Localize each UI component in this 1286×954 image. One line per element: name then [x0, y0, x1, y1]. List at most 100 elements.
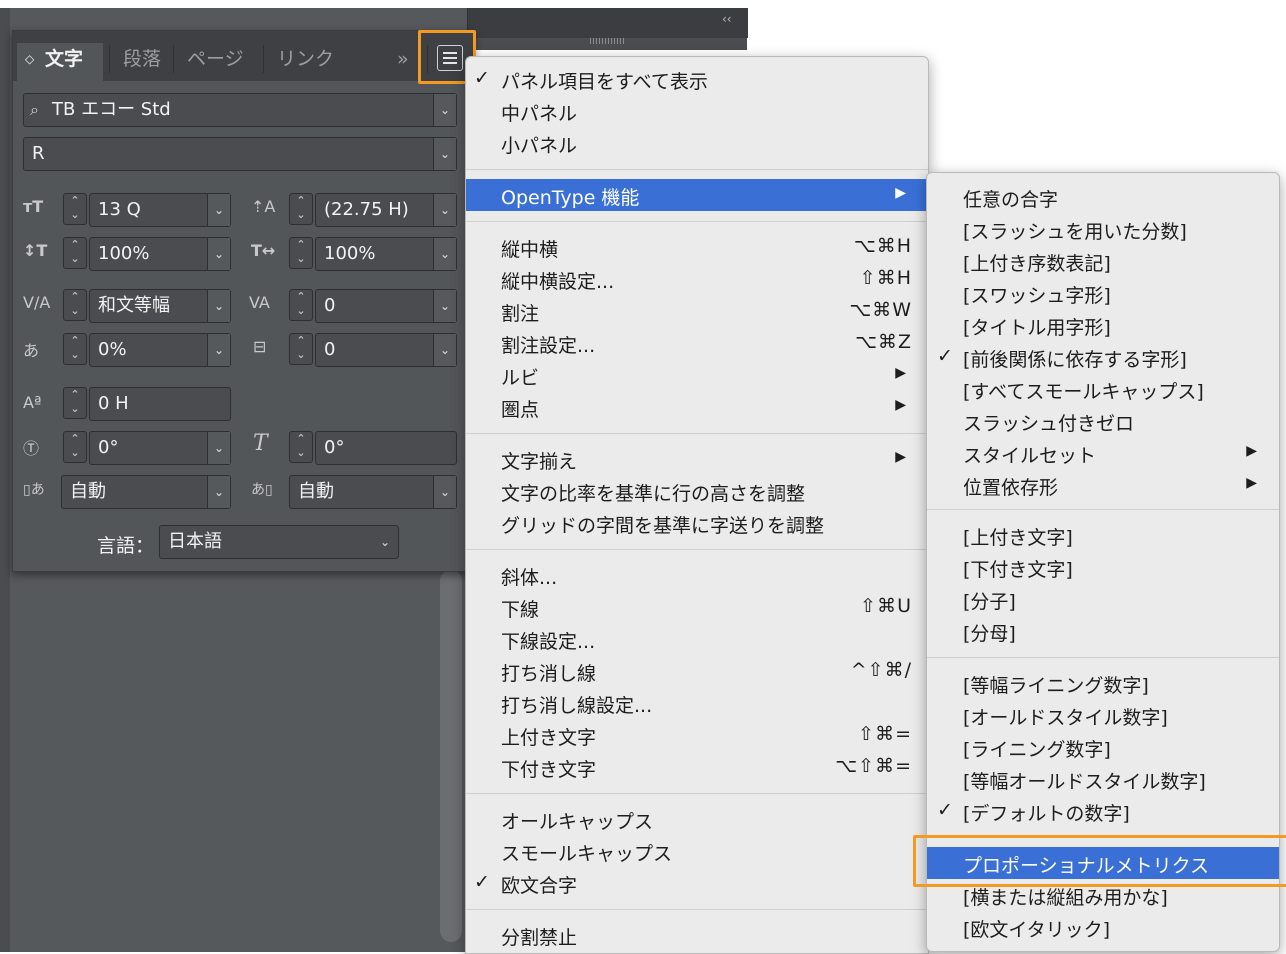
- chevron-down-icon[interactable]: ⌄: [433, 138, 456, 170]
- submenu-item-denominator[interactable]: [分母]: [927, 615, 1279, 647]
- kerning-field[interactable]: 和文等幅 ⌄: [89, 289, 231, 323]
- chevron-down-icon[interactable]: ⌄: [433, 238, 456, 270]
- language-value: 日本語: [168, 531, 222, 552]
- submenu-item-positional-forms[interactable]: 位置依存形 ▶: [927, 469, 1279, 501]
- chevron-down-icon[interactable]: ⌄: [207, 334, 230, 366]
- language-select[interactable]: 日本語 ⌄: [159, 525, 399, 559]
- baseline-shift-field[interactable]: 0 H: [89, 387, 231, 421]
- menu-item-ligatures[interactable]: ✓ 欧文合字: [466, 867, 928, 899]
- menu-item-underline-settings[interactable]: 下線設定...: [466, 623, 928, 655]
- horizontal-scale-value: 100%: [324, 243, 376, 264]
- submenu-item-titling[interactable]: [タイトル用字形]: [927, 309, 1279, 341]
- submenu-item-subscript[interactable]: [下付き文字]: [927, 551, 1279, 583]
- chevron-down-icon[interactable]: ⌄: [433, 94, 456, 126]
- submenu-item-stylistic-sets[interactable]: スタイルセット ▶: [927, 437, 1279, 469]
- chevron-down-icon[interactable]: ⌄: [207, 476, 230, 508]
- submenu-arrow-icon: ▶: [895, 449, 906, 465]
- submenu-item-roman-italics[interactable]: [欧文イタリック]: [927, 911, 1279, 943]
- submenu-item-numerator[interactable]: [分子]: [927, 583, 1279, 615]
- submenu-item-superscript[interactable]: [上付き文字]: [927, 519, 1279, 551]
- menu-item-tate-chu-yoko-settings[interactable]: 縦中横設定... ⇧⌘H: [466, 263, 928, 295]
- character-rotation-field[interactable]: 0° ⌄: [89, 431, 231, 465]
- aki-after-field[interactable]: 自動 ⌄: [289, 475, 457, 509]
- submenu-item-oldstyle[interactable]: [オールドスタイル数字]: [927, 699, 1279, 731]
- aki-stepper[interactable]: ⌃ ⌄: [289, 333, 313, 365]
- tab-links[interactable]: リンク: [277, 43, 334, 81]
- vertical-scale-stepper[interactable]: ⌃ ⌄: [63, 237, 87, 269]
- tsume-stepper[interactable]: ⌃ ⌄: [63, 333, 87, 365]
- diamond-collapse-icon: ◇: [25, 52, 35, 66]
- menu-item-character-alignment[interactable]: 文字揃え ▶: [466, 443, 928, 475]
- menu-item-strikethrough-settings[interactable]: 打ち消し線設定...: [466, 687, 928, 719]
- menu-item-opentype-features[interactable]: OpenType 機能 ▶: [466, 179, 928, 211]
- chevron-down-icon[interactable]: ⌄: [207, 238, 230, 270]
- submenu-item-contextual-alternates[interactable]: ✓ [前後関係に依存する字形]: [927, 341, 1279, 373]
- menu-item-show-all-options[interactable]: ✓ パネル項目をすべて表示: [466, 63, 928, 95]
- menu-item-underline[interactable]: 下線 ⇧⌘U: [466, 591, 928, 623]
- menu-item-medium-panel[interactable]: 中パネル: [466, 95, 928, 127]
- leading-field[interactable]: (22.75 H) ⌄: [315, 193, 457, 227]
- aki-field[interactable]: 0 ⌄: [315, 333, 457, 367]
- vertical-scale-field[interactable]: 100% ⌄: [89, 237, 231, 271]
- submenu-item-ordinal[interactable]: [上付き序数表記]: [927, 245, 1279, 277]
- menu-item-kenten[interactable]: 圏点 ▶: [466, 391, 928, 423]
- collapse-dock-icon[interactable]: ‹‹: [722, 12, 732, 26]
- submenu-item-default-figures[interactable]: ✓ [デフォルトの数字]: [927, 795, 1279, 827]
- character-rotation-stepper[interactable]: ⌃ ⌄: [63, 431, 87, 463]
- menu-item-warichu-settings[interactable]: 割注設定... ⌥⌘Z: [466, 327, 928, 359]
- checkmark-icon: ✓: [474, 67, 490, 89]
- font-style-field[interactable]: R ⌄: [23, 137, 457, 171]
- menu-item-warichu[interactable]: 割注 ⌥⌘W: [466, 295, 928, 327]
- skew-field[interactable]: 0°: [315, 431, 457, 465]
- kerning-stepper[interactable]: ⌃ ⌄: [63, 289, 87, 321]
- horizontal-scale-field[interactable]: 100% ⌄: [315, 237, 457, 271]
- submenu-item-slashed-zero[interactable]: スラッシュ付きゼロ: [927, 405, 1279, 437]
- tab-paragraph[interactable]: 段落: [123, 43, 161, 81]
- tracking-field[interactable]: 0 ⌄: [315, 289, 457, 323]
- chevron-down-icon[interactable]: ⌄: [207, 290, 230, 322]
- chevron-down-icon[interactable]: ⌄: [433, 476, 456, 508]
- dock-grip-handle[interactable]: [590, 38, 624, 44]
- submenu-item-all-small-caps[interactable]: [すべてスモールキャップス]: [927, 373, 1279, 405]
- tab-pages[interactable]: ページ: [187, 43, 244, 81]
- chevron-down-icon: ⌄: [379, 535, 390, 549]
- tsume-field[interactable]: 0% ⌄: [89, 333, 231, 367]
- chevron-down-icon[interactable]: ⌄: [207, 194, 230, 226]
- menu-separator: [466, 549, 928, 550]
- menu-item-small-caps[interactable]: スモールキャップス: [466, 835, 928, 867]
- font-size-field[interactable]: 13 Q ⌄: [89, 193, 231, 227]
- menu-item-no-break[interactable]: 分割禁止: [466, 919, 928, 951]
- menu-item-italic[interactable]: 斜体...: [466, 559, 928, 591]
- menu-item-tate-chu-yoko[interactable]: 縦中横 ⌥⌘H: [466, 231, 928, 263]
- menu-item-all-caps[interactable]: オールキャップス: [466, 803, 928, 835]
- submenu-item-tabular-lining[interactable]: [等幅ライニング数字]: [927, 667, 1279, 699]
- submenu-item-lining[interactable]: [ライニング数字]: [927, 731, 1279, 763]
- font-family-field[interactable]: ⌕ TB エコー Std ⌄: [23, 93, 457, 127]
- chevron-down-icon[interactable]: ⌄: [433, 290, 456, 322]
- font-size-stepper[interactable]: ⌃ ⌄: [63, 193, 87, 225]
- chevron-down-icon[interactable]: ⌄: [433, 194, 456, 226]
- submenu-item-fractions[interactable]: [スラッシュを用いた分数]: [927, 213, 1279, 245]
- menu-item-adjust-tracking-grid[interactable]: グリッドの字間を基準に字送りを調整: [466, 507, 928, 539]
- chevron-down-icon[interactable]: ⌄: [207, 432, 230, 464]
- tab-overflow-icon[interactable]: »: [397, 43, 409, 81]
- chevron-down-icon[interactable]: ⌄: [433, 334, 456, 366]
- menu-item-small-panel[interactable]: 小パネル: [466, 127, 928, 159]
- tab-character[interactable]: ◇ 文字: [17, 43, 103, 81]
- skew-stepper[interactable]: ⌃ ⌄: [289, 431, 313, 463]
- menu-item-strikethrough[interactable]: 打ち消し線 ^⇧⌘/: [466, 655, 928, 687]
- menu-item-adjust-line-height[interactable]: 文字の比率を基準に行の高さを調整: [466, 475, 928, 507]
- scrollbar[interactable]: [440, 570, 462, 942]
- menu-item-subscript[interactable]: 下付き文字 ⌥⇧⌘=: [466, 751, 928, 783]
- tracking-stepper[interactable]: ⌃ ⌄: [289, 289, 313, 321]
- menu-item-superscript[interactable]: 上付き文字 ⇧⌘=: [466, 719, 928, 751]
- menu-item-ruby[interactable]: ルビ ▶: [466, 359, 928, 391]
- baseline-shift-stepper[interactable]: ⌃ ⌄: [63, 387, 87, 419]
- leading-stepper[interactable]: ⌃ ⌄: [289, 193, 313, 225]
- left-edge: [0, 8, 10, 952]
- submenu-item-discretionary-ligatures[interactable]: 任意の合字: [927, 181, 1279, 213]
- submenu-item-tabular-oldstyle[interactable]: [等幅オールドスタイル数字]: [927, 763, 1279, 795]
- submenu-item-swash[interactable]: [スワッシュ字形]: [927, 277, 1279, 309]
- aki-before-field[interactable]: 自動 ⌄: [61, 475, 231, 509]
- horizontal-scale-stepper[interactable]: ⌃ ⌄: [289, 237, 313, 269]
